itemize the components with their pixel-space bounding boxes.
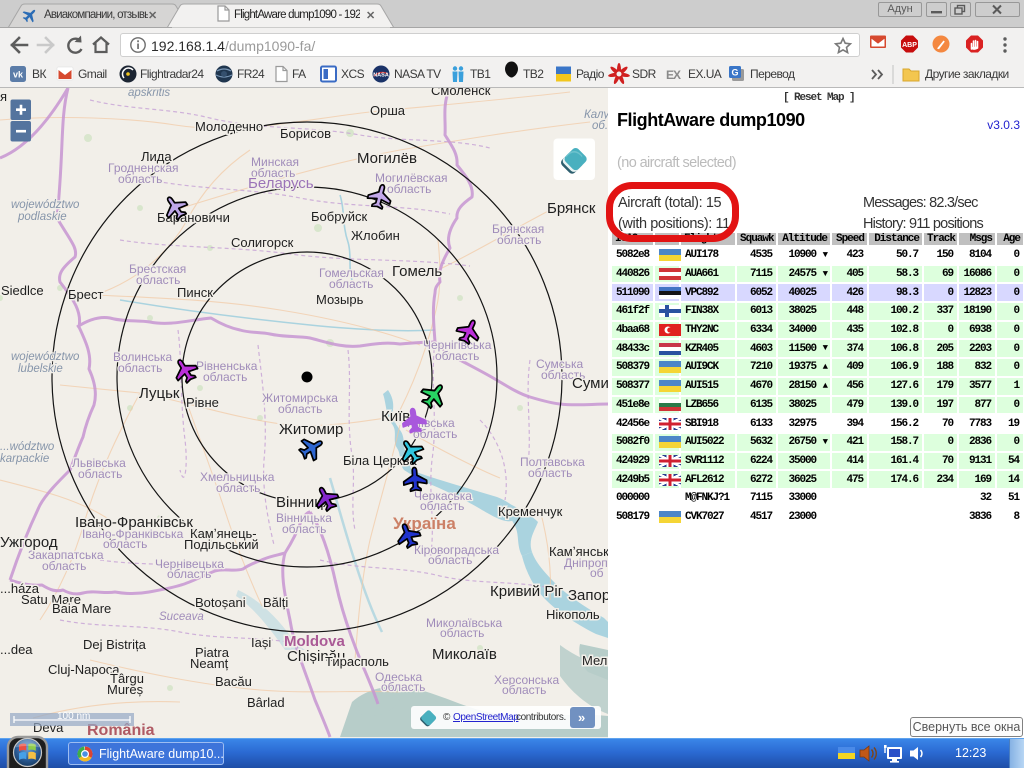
svg-text:Dej Bistrița: Dej Bistrița: [83, 637, 147, 652]
svg-text:Солигорск: Солигорск: [231, 235, 294, 250]
svg-text:Siedlce: Siedlce: [1, 283, 44, 298]
svg-text:Молодечно: Молодечно: [195, 119, 263, 134]
svg-text:100 nm: 100 nm: [57, 711, 90, 722]
svg-text:Запор: Запор: [568, 587, 608, 604]
svg-text:Україна: Україна: [393, 514, 456, 533]
svg-text:EX: EX: [666, 68, 681, 82]
svg-text:Пинск: Пинск: [177, 285, 213, 300]
svg-text:G: G: [731, 68, 738, 78]
svg-text:Bacău: Bacău: [215, 674, 252, 689]
svg-text:ABP: ABP: [902, 42, 917, 49]
svg-text:Суми: Суми: [572, 375, 608, 392]
svg-text:Мел: Мел: [582, 653, 607, 668]
svg-text:Тирасполь: Тирасполь: [325, 654, 389, 669]
svg-text:Орша: Орша: [370, 103, 406, 118]
svg-text:область: область: [420, 499, 464, 513]
svg-text:contributors.: contributors.: [516, 712, 566, 723]
svg-text:©: ©: [443, 712, 451, 723]
svg-text:об.: об.: [592, 120, 608, 132]
svg-text:область: область: [528, 466, 572, 480]
svg-text:województwo: województwo: [11, 199, 80, 211]
svg-text:область: область: [167, 567, 211, 581]
svg-text:karpackie: karpackie: [0, 453, 49, 465]
svg-text:Suceava: Suceava: [159, 611, 204, 623]
svg-text:OpenStreetMap: OpenStreetMap: [453, 712, 519, 723]
svg-text:Кременчук: Кременчук: [498, 504, 563, 519]
svg-text:Брянск: Брянск: [547, 200, 596, 217]
svg-text:Neamț: Neamț: [190, 656, 229, 671]
svg-text:область: область: [118, 361, 162, 375]
svg-text:...wództwo: ...wództwo: [0, 441, 55, 453]
svg-text:Кривий Ріг: Кривий Ріг: [490, 583, 564, 600]
svg-text:Baia Mare: Baia Mare: [52, 601, 111, 616]
svg-text:Рівне: Рівне: [186, 395, 219, 410]
svg-text:область: область: [440, 626, 484, 640]
svg-text:область: область: [42, 559, 86, 573]
svg-text:podlaskie: podlaskie: [17, 211, 67, 223]
svg-text:область: область: [136, 273, 180, 287]
svg-text:Iași: Iași: [251, 635, 271, 650]
svg-text:область: область: [497, 233, 541, 247]
svg-text:Беларусь: Беларусь: [248, 175, 314, 192]
svg-text:Бобруйск: Бобруйск: [311, 209, 368, 224]
svg-text:NASA: NASA: [373, 73, 389, 79]
svg-text:vk: vk: [13, 70, 24, 80]
svg-text:область: область: [502, 683, 546, 697]
svg-text:...dea: ...dea: [0, 642, 33, 657]
svg-text:apskritis: apskritis: [128, 88, 170, 99]
svg-text:Житомир: Житомир: [279, 421, 343, 438]
svg-text:Брест: Брест: [68, 287, 103, 302]
svg-text:область: область: [203, 370, 247, 384]
svg-text:Борисов: Борисов: [280, 126, 331, 141]
svg-text:Ужгород: Ужгород: [0, 534, 58, 551]
svg-text:»: »: [578, 710, 585, 725]
svg-text:Botoșani: Botoșani: [195, 595, 246, 610]
svg-text:область: область: [282, 522, 326, 536]
svg-text:województwo: województwo: [11, 351, 80, 363]
svg-text:Лида: Лида: [141, 149, 172, 164]
svg-text:область: область: [103, 537, 147, 551]
svg-text:Луцьк: Луцьк: [139, 385, 180, 402]
svg-text:Миколаїв: Миколаїв: [432, 646, 497, 663]
svg-text:область: область: [78, 467, 122, 481]
svg-text:Смоленск: Смоленск: [431, 88, 491, 98]
svg-text:область: область: [329, 277, 373, 291]
svg-text:Івано-Франківськ: Івано-Франківськ: [75, 514, 193, 531]
svg-text:об: об: [590, 566, 604, 580]
svg-text:область: область: [428, 553, 472, 567]
svg-text:область: область: [435, 349, 479, 363]
svg-text:Камʼянськ: Камʼянськ: [549, 544, 608, 559]
svg-text:область: область: [278, 402, 322, 416]
svg-text:область: область: [387, 182, 431, 196]
svg-text:Bălți: Bălți: [263, 595, 288, 610]
svg-text:Мозырь: Мозырь: [316, 292, 364, 307]
svg-text:Гомель: Гомель: [392, 263, 442, 280]
svg-text:Жлобин: Жлобин: [351, 228, 400, 243]
svg-text:lubelskie: lubelskie: [18, 363, 63, 375]
svg-text:область: область: [381, 680, 425, 694]
svg-text:Mureș: Mureș: [107, 682, 144, 697]
svg-text:Bârlad: Bârlad: [247, 695, 285, 710]
svg-text:Могилёв: Могилёв: [357, 150, 417, 167]
svg-text:Нікополь: Нікополь: [546, 607, 600, 622]
svg-text:область: область: [118, 172, 162, 186]
svg-text:область: область: [216, 481, 260, 495]
svg-text:Подільський: Подільський: [184, 537, 259, 552]
svg-text:я: я: [0, 89, 7, 104]
